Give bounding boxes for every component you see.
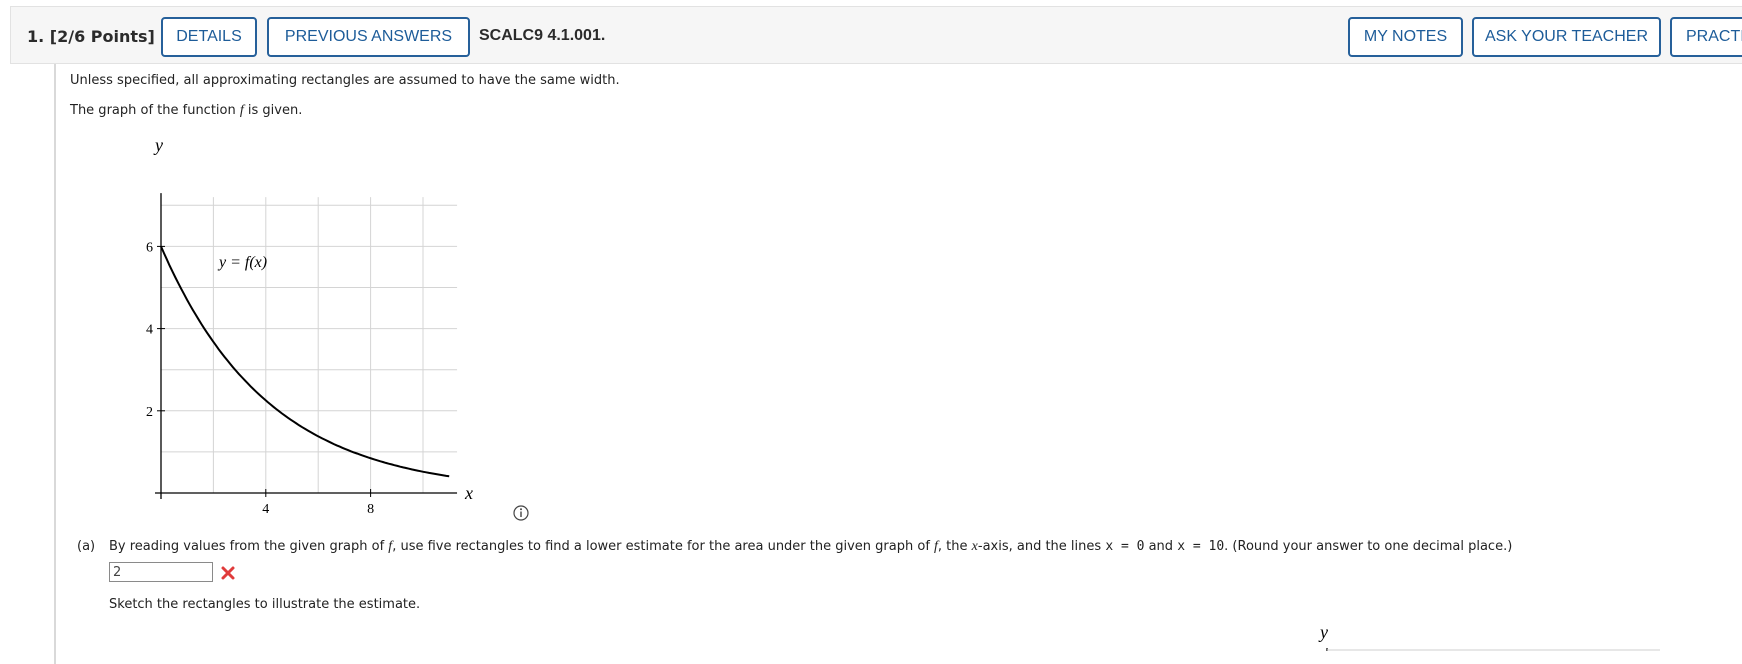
sketch-text: Sketch the rectangles to illustrate the …	[109, 597, 421, 612]
previous-answers-button[interactable]: PREVIOUS ANSWERS	[267, 17, 470, 57]
x-axis-label: x	[464, 483, 473, 503]
second-graph-y-label: y	[1318, 622, 1328, 642]
question-header: 1. [2/6 Points] DETAILS PREVIOUS ANSWERS…	[10, 6, 1742, 64]
x-tick-label: 8	[367, 502, 374, 517]
graph-axes	[155, 193, 458, 499]
incorrect-icon	[221, 566, 235, 580]
second-graph: y	[1318, 622, 1660, 651]
y-tick-label: 4	[146, 323, 153, 338]
curve-label: y = f(x)	[217, 254, 267, 271]
function-curve	[160, 245, 450, 478]
question-left-border	[54, 64, 56, 664]
intro-text: Unless specified, all approximating rect…	[70, 73, 620, 88]
x-tick-label: 4	[262, 502, 269, 517]
my-notes-button[interactable]: MY NOTES	[1348, 17, 1463, 57]
given-text: The graph of the function f is given.	[70, 103, 303, 118]
function-graph: y x y = f(x) 2 4 6 4 8	[146, 135, 473, 517]
graph-grid	[161, 197, 458, 493]
y-tick-label: 6	[146, 240, 153, 255]
y-tick-labels: 2 4 6	[146, 240, 165, 420]
question-number: 1. [2/6 Points]	[27, 27, 155, 46]
ask-your-teacher-button[interactable]: ASK YOUR TEACHER	[1472, 17, 1661, 57]
y-axis-label: y	[153, 135, 163, 155]
part-a-label: (a)	[77, 539, 96, 554]
problem-code: SCALC9 4.1.001.	[479, 27, 606, 44]
part-a-question: By reading values from the given graph o…	[109, 539, 1513, 554]
answer-input[interactable]	[109, 562, 213, 582]
points-label: [2/6 Points]	[49, 27, 155, 46]
y-tick-label: 2	[146, 405, 153, 420]
practice-button[interactable]: PRACTI	[1670, 17, 1742, 57]
info-icon[interactable]	[513, 505, 529, 521]
details-button[interactable]: DETAILS	[161, 17, 257, 57]
